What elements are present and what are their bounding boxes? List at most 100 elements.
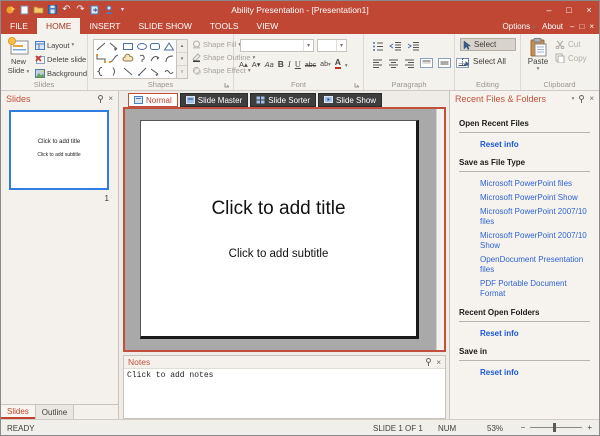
filetype-link[interactable]: Microsoft PowerPoint Show [480,193,590,203]
shape-curve-icon[interactable] [149,53,163,66]
panel-close-icon[interactable]: × [589,94,594,103]
align-text-top-button[interactable] [420,58,433,68]
gallery-up-icon[interactable]: ▴ [177,40,187,53]
shape-freeform-icon[interactable] [135,53,149,66]
filetype-link[interactable]: Microsoft PowerPoint files [480,179,590,189]
tab-view[interactable]: VIEW [248,18,288,34]
gallery-down-icon[interactable]: ▾ [177,53,187,66]
zoom-out-button[interactable]: − [521,423,526,432]
delete-slide-button[interactable]: Delete slide [35,53,87,65]
minimize-button[interactable]: – [539,1,559,18]
align-left-button[interactable] [372,59,383,68]
notes-input[interactable]: Click to add notes [124,369,445,382]
shape-arrow-icon[interactable] [108,40,122,53]
app-logo-icon[interactable] [5,4,16,15]
title-placeholder[interactable]: Click to add title [141,198,416,220]
select-all-button[interactable]: Select All [460,55,516,68]
redo-icon[interactable]: ↷ [75,4,86,15]
reset-info-link[interactable]: Reset info [480,140,590,149]
zoom-in-button[interactable]: + [587,423,592,432]
shape-cloud-icon[interactable] [121,53,135,66]
align-center-button[interactable] [388,59,399,68]
paste-dropdown-icon[interactable]: ▾ [521,66,555,72]
notes-close-icon[interactable]: × [436,358,441,367]
shape-ellipse-icon[interactable] [135,40,149,53]
options-menu[interactable]: Options ▾ [503,22,536,31]
tab-slides-pane[interactable]: Slides [1,405,35,419]
view-tab-slide-sorter[interactable]: Slide Sorter [250,93,316,107]
undo-icon[interactable]: ↶ [61,4,72,15]
font-name-dropdown-icon[interactable]: ▾ [303,40,313,51]
share-icon[interactable] [103,4,114,15]
shape-line3-icon[interactable] [135,65,149,78]
panel-dropdown-icon[interactable]: ▾ [572,96,575,102]
slide-thumbnail[interactable]: Click to add title Click to add subtitle [9,110,109,190]
filetype-link[interactable]: Microsoft PowerPoint 2007/10 Show [480,231,590,251]
change-case-button[interactable]: Aa [265,61,274,69]
copy-button[interactable]: Copy [555,53,587,63]
view-tab-normal[interactable]: Normal [128,93,178,107]
tab-insert[interactable]: INSERT [80,18,129,34]
tab-outline-pane[interactable]: Outline [35,405,74,419]
increase-indent-button[interactable] [407,41,420,51]
shape-elbow-connector-icon[interactable] [94,53,108,66]
zoom-slider[interactable] [530,427,582,428]
shapes-gallery[interactable] [93,39,177,79]
doc-restore-button[interactable]: □ [579,22,584,31]
tab-home[interactable]: HOME [37,18,81,34]
about-menu[interactable]: About [542,22,563,31]
filetype-link[interactable]: PDF Portable Document Format [480,279,590,299]
slides-panel-close-icon[interactable]: × [108,94,113,103]
grow-font-button[interactable]: A▴ [239,61,248,69]
background-button[interactable]: Background [35,67,87,79]
font-size-dropdown-icon[interactable]: ▾ [336,40,346,51]
font-size-combobox[interactable]: ▾ [317,39,347,52]
notes-pin-icon[interactable] [425,358,432,366]
zoom-slider-thumb[interactable] [553,423,556,432]
shape-rectangle-icon[interactable] [121,40,135,53]
slide-canvas[interactable]: Click to add title Click to add subtitle [140,120,419,339]
view-tab-slide-master[interactable]: Slide Master [180,93,248,107]
shape-squiggle-icon[interactable] [162,65,176,78]
font-color-dropdown-icon[interactable]: ▾ [345,63,348,69]
align-right-button[interactable] [404,59,415,68]
shape-paren-icon[interactable] [108,65,122,78]
font-color-button[interactable]: A [335,58,341,69]
shrink-font-button[interactable]: A▾ [252,61,261,69]
slide-editor[interactable]: Click to add title Click to add subtitle [123,107,446,352]
cut-button[interactable]: Cut [555,40,587,49]
gallery-more-icon[interactable]: ▿ [177,66,187,78]
shape-arc-icon[interactable] [162,53,176,66]
shape-rounded-rectangle-icon[interactable] [149,40,163,53]
filetype-link[interactable]: OpenDocument Presentation files [480,255,590,275]
filetype-link[interactable]: Microsoft PowerPoint 2007/10 files [480,207,590,227]
new-file-icon[interactable] [19,4,30,15]
shape-arrow2-icon[interactable] [149,65,163,78]
shape-line-icon[interactable] [94,40,108,53]
character-spacing-button[interactable]: ab▾ [320,61,331,69]
qat-dropdown-icon[interactable]: ▾ [117,4,128,15]
panel-pin-icon[interactable] [578,95,585,103]
bold-button[interactable]: B [278,60,284,69]
italic-button[interactable]: I [288,60,291,69]
status-zoom-level[interactable]: 53% [487,424,503,433]
reset-info-link[interactable]: Reset info [480,329,590,338]
align-text-middle-button[interactable] [438,58,451,68]
doc-minimize-button[interactable]: – [570,22,574,31]
shape-brace-icon[interactable] [94,65,108,78]
shape-triangle-icon[interactable] [162,40,176,53]
close-button[interactable]: × [579,1,599,18]
open-folder-icon[interactable] [33,4,44,15]
slides-panel-pin-icon[interactable] [97,95,104,103]
select-button[interactable]: Select [460,38,516,51]
reset-info-link[interactable]: Reset info [480,368,590,377]
doc-close-button[interactable]: × [589,22,594,31]
subtitle-placeholder[interactable]: Click to add subtitle [141,248,416,260]
maximize-button[interactable]: □ [559,1,579,18]
layout-button[interactable]: Layout▾ [35,39,87,51]
view-tab-slide-show[interactable]: Slide Show [318,93,382,107]
editor-vertical-scrollbar[interactable] [436,109,444,350]
font-name-combobox[interactable]: ▾ [240,39,314,52]
shape-curved-connector-icon[interactable] [108,53,122,66]
strikethrough-button[interactable]: abc [305,62,316,69]
